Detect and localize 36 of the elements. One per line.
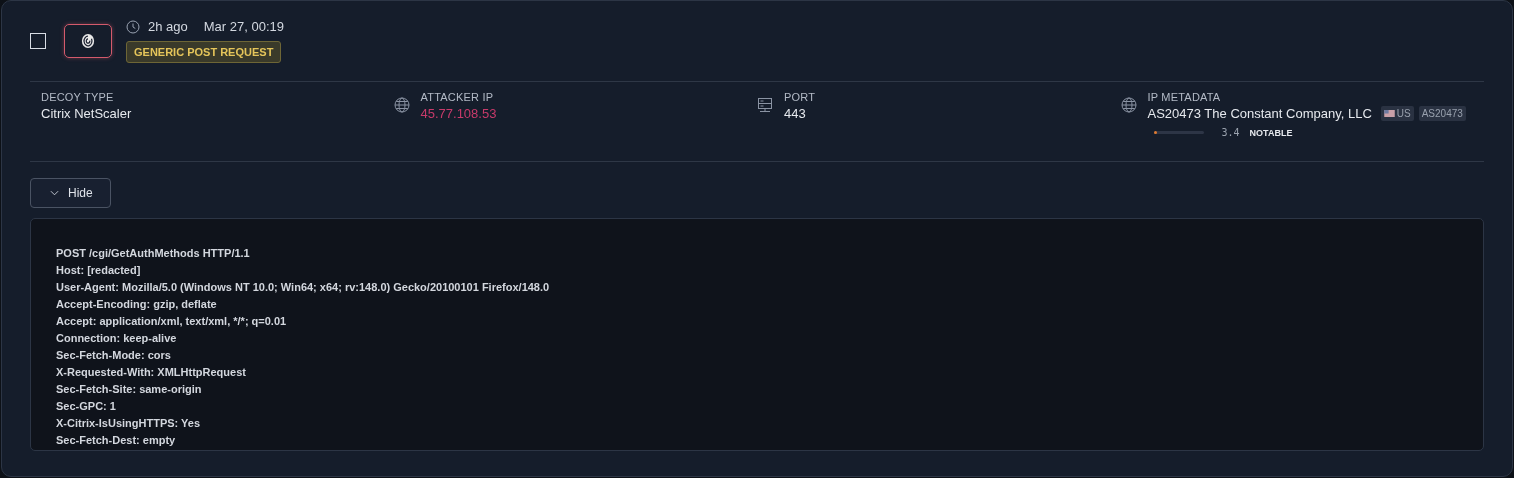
field-label: IP METADATA <box>1147 91 1222 103</box>
globe-icon <box>393 97 410 113</box>
request-line: Connection: keep-alive <box>56 331 178 346</box>
request-line: Sec-Fetch-Dest: empty <box>56 433 177 448</box>
field-value: AS20473 The Constant Company, LLC <box>1147 106 1372 121</box>
field-value: Citrix NetScaler <box>41 106 132 121</box>
request-line: X-Requested-With: XMLHttpRequest <box>56 365 247 380</box>
field-label: PORT <box>784 91 816 103</box>
globe-icon <box>1120 97 1137 113</box>
relative-time: 2h ago <box>148 19 188 34</box>
timestamp: Mar 27, 00:19 <box>203 19 284 34</box>
field-value: 443 <box>784 106 807 121</box>
hide-button[interactable]: Hide <box>30 178 111 208</box>
request-line: Sec-GPC: 1 <box>56 399 117 414</box>
field-label: DECOY TYPE <box>41 91 115 103</box>
clock-icon <box>126 19 140 34</box>
request-line: Host: [redacted] <box>56 263 142 278</box>
request-line: X-Citrix-IsUsingHTTPS: Yes <box>56 416 202 431</box>
field-label: ATTACKER IP <box>420 91 495 103</box>
country-chip: US <box>1380 106 1414 121</box>
select-checkbox[interactable] <box>30 33 46 49</box>
request-line: Sec-Fetch-Mode: cors <box>56 348 172 363</box>
chevron-icon <box>50 190 59 196</box>
field-value: 45.77.108.53 <box>420 106 497 121</box>
spiral-icon <box>81 33 95 49</box>
asn-chip: AS20473 <box>1418 106 1466 121</box>
flag-icon <box>1383 110 1395 117</box>
request-line: Accept-Encoding: gzip, deflate <box>56 297 218 312</box>
score-value: 3.4 <box>1221 127 1240 138</box>
score-rating: NOTABLE <box>1249 127 1293 138</box>
request-line: POST /cgi/GetAuthMethods HTTP/1.1 <box>56 246 251 261</box>
request-line: User-Agent: Mozilla/5.0 (Windows NT 10.0; Win64; x64; rv:148.0) Gecko/20100101 Firefox/148.0 <box>56 280 551 295</box>
request-line: Accept: application/xml, text/xml, */*; q=0.01 <box>56 314 288 329</box>
event-tag: GENERIC POST REQUEST <box>126 41 282 63</box>
request-line: Sec-Fetch-Site: same-origin <box>56 382 203 397</box>
server-icon <box>757 97 773 113</box>
